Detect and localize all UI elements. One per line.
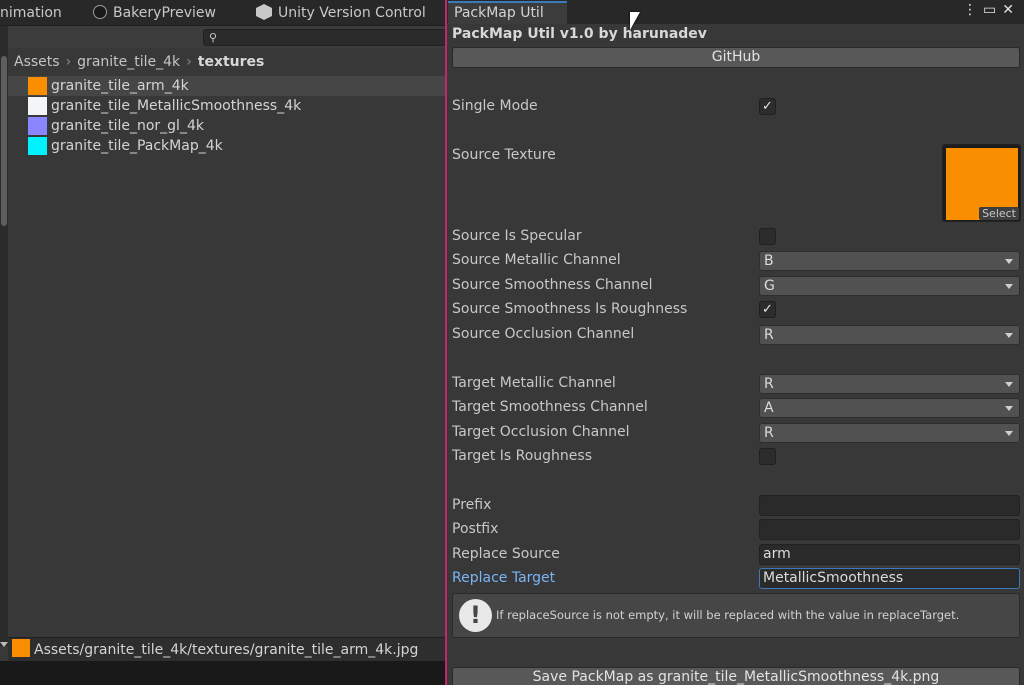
project-search-input[interactable]: ⚲ [203, 29, 454, 46]
folder-tree-scrollbar[interactable] [0, 26, 8, 646]
file-name: granite_tile_arm_4k [51, 78, 189, 94]
dropdown-value: R [764, 327, 774, 343]
replace-target-label: Replace Target [452, 570, 556, 586]
editor-tab-strip: nimation BakeryPreview Unity Version Con… [0, 0, 446, 26]
source-metallic-channel-dropdown[interactable]: B [759, 251, 1020, 271]
prefix-label: Prefix [452, 497, 492, 513]
breadcrumb-granite-tile[interactable]: granite_tile_4k [77, 54, 180, 70]
tab-packmap-util[interactable]: PackMap Util [448, 1, 567, 24]
dropdown-arrow-icon [1005, 431, 1013, 436]
tab-bakery-preview-label: BakeryPreview [113, 5, 216, 21]
tab-bakery-preview[interactable]: BakeryPreview [93, 0, 216, 26]
source-smoothness-is-roughness-checkbox[interactable]: ✓ [759, 301, 776, 318]
list-item[interactable]: granite_tile_PackMap_4k [8, 136, 446, 156]
breadcrumb-textures[interactable]: textures [198, 54, 265, 70]
scroll-down-icon[interactable] [0, 642, 8, 647]
target-is-roughness-label: Target Is Roughness [452, 448, 593, 464]
scrollbar-thumb[interactable] [1, 56, 7, 226]
selected-asset-path: Assets/granite_tile_4k/textures/granite_… [34, 642, 419, 658]
version-control-icon [256, 4, 272, 20]
replace-target-field[interactable]: MetallicSmoothness [759, 568, 1020, 589]
source-is-specular-label: Source Is Specular [452, 228, 582, 244]
target-smoothness-channel-label: Target Smoothness Channel [452, 399, 648, 415]
target-metallic-channel-label: Target Metallic Channel [452, 375, 616, 391]
target-is-roughness-checkbox[interactable] [759, 448, 776, 465]
dropdown-arrow-icon [1005, 284, 1013, 289]
target-smoothness-channel-dropdown[interactable]: A [759, 398, 1020, 418]
target-occlusion-channel-dropdown[interactable]: R [759, 423, 1020, 443]
postfix-field[interactable] [759, 519, 1020, 540]
warning-icon: ! [459, 599, 492, 632]
target-occlusion-channel-label: Target Occlusion Channel [452, 424, 630, 440]
prefix-field[interactable] [759, 495, 1020, 516]
chevron-right-icon: › [186, 54, 192, 70]
bakery-icon [93, 5, 107, 19]
close-icon[interactable]: ✕ [1002, 2, 1020, 18]
replace-source-field[interactable]: arm [759, 544, 1020, 565]
help-box: ! If replaceSource is not empty, it will… [452, 593, 1020, 638]
texture-thumbnail-icon [28, 117, 47, 135]
bottom-bar [0, 661, 446, 685]
texture-thumbnail-icon [28, 137, 47, 155]
list-item[interactable]: granite_tile_nor_gl_4k [8, 116, 446, 136]
source-smoothness-channel-label: Source Smoothness Channel [452, 277, 653, 293]
dropdown-value: R [764, 376, 774, 392]
dropdown-arrow-icon [1005, 382, 1013, 387]
list-item[interactable]: granite_tile_arm_4k [8, 76, 446, 96]
more-options-icon[interactable]: ⋮ [963, 2, 983, 18]
breadcrumb: Assets › granite_tile_4k › textures [14, 54, 264, 70]
select-texture-button[interactable]: Select [979, 207, 1019, 220]
dropdown-arrow-icon [1005, 333, 1013, 338]
page-title: PackMap Util v1.0 by harunadev [452, 26, 707, 42]
dropdown-value: R [764, 425, 774, 441]
tab-unity-version-control[interactable]: Unity Version Control [256, 0, 426, 26]
single-mode-label: Single Mode [452, 98, 538, 114]
target-metallic-channel-dropdown[interactable]: R [759, 374, 1020, 394]
chevron-right-icon: › [65, 54, 72, 70]
source-is-specular-checkbox[interactable] [759, 228, 776, 245]
packmap-tab-strip: PackMap Util ⋮▭✕ [447, 0, 1024, 24]
postfix-label: Postfix [452, 521, 499, 537]
selected-asset-path-bar: Assets/granite_tile_4k/textures/granite_… [8, 637, 446, 661]
texture-thumbnail-icon [12, 639, 30, 657]
dropdown-value: B [764, 253, 774, 269]
project-toolbar: ⚲ [8, 26, 454, 48]
source-occlusion-channel-label: Source Occlusion Channel [452, 326, 635, 342]
search-icon: ⚲ [209, 31, 218, 44]
tab-animation[interactable]: nimation [0, 0, 62, 26]
source-smoothness-is-roughness-label: Source Smoothness Is Roughness [452, 301, 688, 317]
source-metallic-channel-label: Source Metallic Channel [452, 252, 621, 268]
tab-unity-version-control-label: Unity Version Control [278, 5, 426, 21]
dropdown-arrow-icon [1005, 406, 1013, 411]
dropdown-value: G [764, 278, 775, 294]
texture-thumbnail-icon [28, 97, 47, 115]
dropdown-arrow-icon [1005, 259, 1013, 264]
dropdown-value: A [764, 400, 774, 416]
replace-source-label: Replace Source [452, 546, 560, 562]
maximize-icon[interactable]: ▭ [983, 2, 1002, 18]
source-occlusion-channel-dropdown[interactable]: R [759, 325, 1020, 345]
breadcrumb-assets[interactable]: Assets [14, 54, 60, 70]
texture-thumbnail-icon [28, 77, 47, 95]
mouse-cursor-icon [630, 12, 640, 30]
file-name: granite_tile_MetallicSmoothness_4k [51, 98, 302, 114]
project-panel: ⚲ Assets › granite_tile_4k › textures granit… [0, 26, 454, 685]
file-name: granite_tile_PackMap_4k [51, 138, 223, 154]
file-list: granite_tile_arm_4k granite_tile_Metalli… [8, 76, 446, 156]
packmap-util-window: PackMap Util ⋮▭✕ PackMap Util v1.0 by ha… [447, 0, 1024, 685]
list-item[interactable]: granite_tile_MetallicSmoothness_4k [8, 96, 446, 116]
source-texture-label: Source Texture [452, 147, 556, 163]
tab-animation-label: nimation [0, 5, 62, 21]
source-texture-field[interactable]: Select [942, 144, 1021, 222]
source-smoothness-channel-dropdown[interactable]: G [759, 276, 1020, 296]
window-controls: ⋮▭✕ [963, 2, 1020, 18]
file-name: granite_tile_nor_gl_4k [51, 118, 204, 134]
single-mode-checkbox[interactable]: ✓ [759, 98, 776, 115]
github-button[interactable]: GitHub [452, 47, 1020, 68]
save-packmap-button[interactable]: Save PackMap as granite_tile_MetallicSmo… [452, 667, 1020, 685]
help-message: If replaceSource is not empty, it will b… [496, 608, 960, 622]
